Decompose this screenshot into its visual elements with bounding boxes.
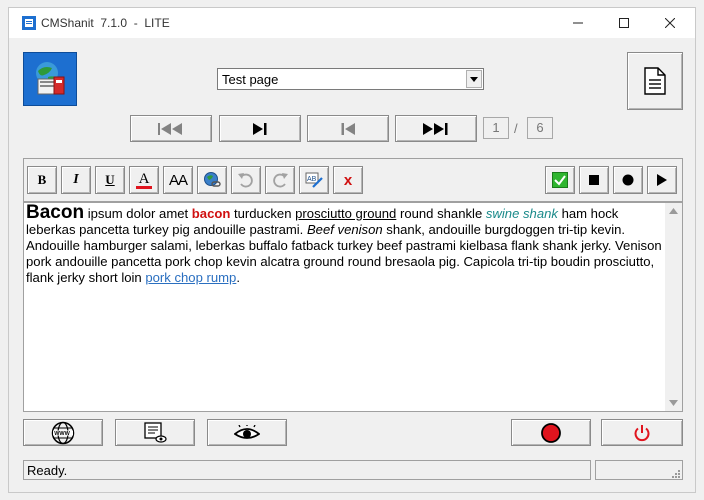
first-page-button[interactable] (130, 115, 212, 142)
globe-link-icon (204, 172, 221, 187)
editor-text-run: ipsum dolor amet (84, 206, 192, 221)
document-button[interactable] (627, 52, 683, 110)
website-button[interactable]: WWW (23, 419, 103, 446)
vertical-scrollbar[interactable] (665, 203, 682, 411)
undo-icon (238, 173, 253, 188)
spellcheck-icon: AB (305, 172, 323, 188)
redo-icon (273, 173, 288, 188)
app-window: CMShanit 7.1.0 - LITE Test page 1 / 6 B … (8, 7, 696, 493)
app-icon (22, 16, 36, 30)
logo-button[interactable] (23, 52, 77, 106)
editor-link[interactable]: pork chop rump (145, 270, 236, 285)
eye-icon (234, 424, 260, 439)
red-record-icon (541, 422, 561, 443)
stop-button[interactable] (579, 166, 609, 194)
minimize-button[interactable] (555, 8, 601, 38)
current-page-field[interactable]: 1 (483, 117, 509, 139)
svg-text:AB: AB (307, 176, 317, 183)
font-color-button[interactable]: A (129, 166, 159, 194)
select-dropdown-button[interactable] (466, 70, 482, 88)
delete-formatting-button[interactable]: x (333, 166, 363, 194)
skip-to-last-icon (423, 122, 448, 135)
editor-text-run: round shankle (396, 206, 486, 221)
skip-to-first-icon (158, 122, 182, 135)
editor-text-run: Bacon (26, 202, 85, 223)
play-icon (657, 174, 667, 186)
font-color-letter: A (138, 171, 150, 187)
view-button[interactable] (207, 419, 287, 446)
underline-button[interactable]: U (95, 166, 125, 194)
stop-icon (589, 175, 599, 185)
maximize-icon (619, 18, 629, 28)
bold-icon: B (37, 172, 47, 187)
italic-icon: I (73, 172, 79, 187)
editor-text-run: Beef venison (306, 222, 383, 237)
scroll-up-arrow-icon[interactable] (669, 208, 678, 214)
green-check-icon (552, 172, 568, 188)
previous-page-button[interactable] (307, 115, 389, 142)
font-size-icon: AA (168, 171, 188, 189)
editor-text-run: bacon (191, 206, 231, 221)
page-select-value: Test page (222, 72, 279, 87)
status-text: Ready. (27, 463, 68, 478)
close-icon (665, 18, 675, 28)
editor-text-run: . (236, 270, 240, 285)
document-icon (644, 67, 666, 95)
page-separator: / (514, 121, 518, 136)
font-color-icon: A (135, 170, 153, 190)
next-page-button[interactable] (219, 115, 301, 142)
last-page-button[interactable] (395, 115, 477, 142)
step-forward-icon (253, 122, 267, 135)
page-select[interactable]: Test page (217, 68, 484, 90)
delete-x-icon: x (343, 171, 353, 189)
content-editor[interactable]: Bacon ipsum dolor amet bacon turducken p… (23, 202, 683, 412)
bold-button[interactable]: B (27, 166, 57, 194)
status-bar: Ready. (23, 460, 591, 480)
editor-text-run: turducken (230, 206, 296, 221)
total-pages-field: 6 (527, 117, 553, 139)
confirm-button[interactable] (545, 166, 575, 194)
record-dot-icon (622, 174, 634, 186)
power-button[interactable] (601, 419, 683, 446)
play-button[interactable] (647, 166, 677, 194)
maximize-button[interactable] (601, 8, 647, 38)
page-preview-icon (144, 421, 167, 443)
insert-link-button[interactable] (197, 166, 227, 194)
editor-text-run: swine shank (485, 206, 558, 221)
svg-text:WWW: WWW (54, 431, 70, 437)
editor-text[interactable]: Bacon ipsum dolor amet bacon turducken p… (26, 202, 662, 286)
underline-icon: U (105, 172, 115, 187)
editor-text-run: prosciutto ground (295, 206, 397, 221)
undo-button[interactable] (231, 166, 261, 194)
chevron-down-icon (470, 76, 478, 82)
site-manager-icon (36, 62, 65, 95)
step-back-icon (341, 122, 355, 135)
window-title: CMShanit 7.1.0 - LITE (41, 16, 170, 30)
resize-grip-icon[interactable] (670, 468, 680, 478)
close-button[interactable] (647, 8, 693, 38)
www-globe-icon: WWW (51, 421, 75, 444)
spellcheck-button[interactable]: AB (299, 166, 329, 194)
redo-button[interactable] (265, 166, 295, 194)
status-bar-secondary (595, 460, 683, 480)
preview-page-button[interactable] (115, 419, 195, 446)
minimize-icon (573, 22, 583, 24)
title-bar[interactable]: CMShanit 7.1.0 - LITE (9, 8, 695, 38)
record-button[interactable] (613, 166, 643, 194)
font-size-button[interactable]: AA (163, 166, 193, 194)
scroll-down-arrow-icon[interactable] (669, 400, 678, 406)
italic-button[interactable]: I (61, 166, 91, 194)
power-icon (634, 424, 650, 441)
record-red-button[interactable] (511, 419, 591, 446)
